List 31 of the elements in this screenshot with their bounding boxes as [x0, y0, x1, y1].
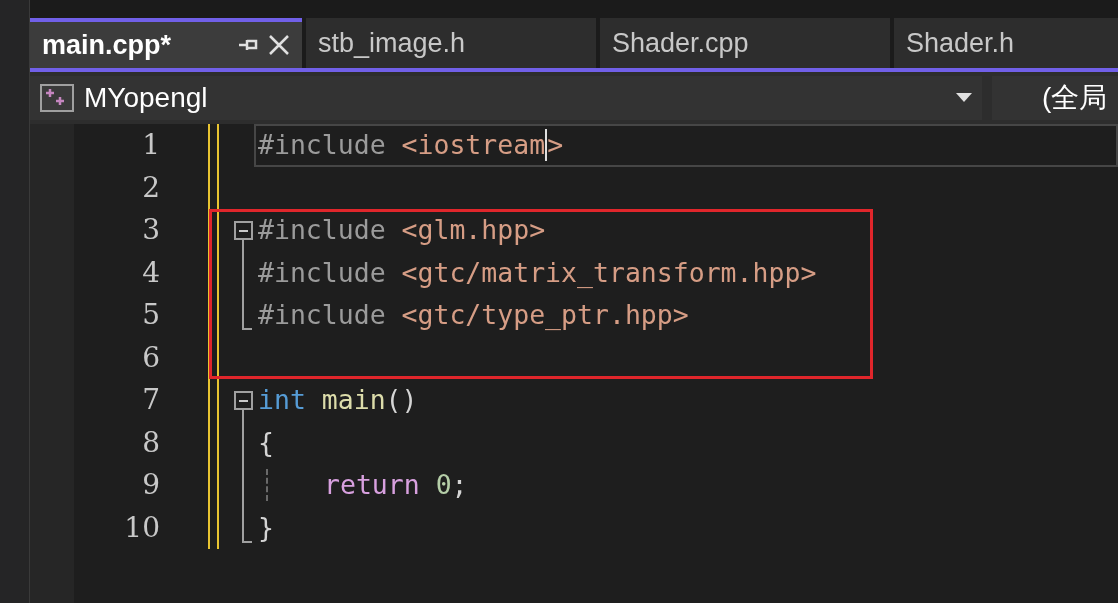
line-number: 10	[123, 509, 161, 546]
line-number: 1	[141, 127, 161, 164]
code-line: {	[258, 429, 274, 456]
pin-icon[interactable]	[238, 37, 258, 53]
file-tab[interactable]: Shader.cpp	[600, 18, 890, 68]
line-number: 9	[141, 467, 161, 504]
code-line: return 0;	[258, 469, 468, 502]
collapse-icon[interactable]	[234, 221, 253, 240]
code-line: #include <gtc/type_ptr.hpp>	[258, 302, 689, 329]
code-line: #include <glm.hpp>	[258, 217, 546, 244]
line-number: 8	[141, 424, 161, 461]
project-dropdown[interactable]: MYopengl	[30, 76, 982, 120]
collapse-icon[interactable]	[234, 391, 253, 410]
code-line: int main()	[258, 387, 418, 414]
file-tab[interactable]: stb_image.h	[306, 18, 596, 68]
code-line: }	[258, 514, 274, 541]
code-line: #include <gtc/matrix_transform.hpp>	[258, 259, 817, 286]
close-icon[interactable]	[268, 34, 290, 56]
line-number: 3	[141, 212, 161, 249]
line-number: 4	[141, 254, 161, 291]
text-caret	[545, 129, 548, 162]
caret-icon	[956, 93, 972, 103]
file-tab[interactable]: Shader.h	[894, 18, 1118, 68]
scope-dropdown[interactable]: (全局	[992, 76, 1118, 120]
line-number: 2	[141, 169, 161, 206]
line-number: 5	[141, 297, 161, 334]
code-line: #include <iostream>	[258, 129, 564, 162]
project-icon	[40, 84, 74, 112]
line-number: 7	[141, 382, 161, 419]
line-number: 6	[141, 339, 161, 376]
file-tab[interactable]: main.cpp*	[30, 18, 302, 68]
